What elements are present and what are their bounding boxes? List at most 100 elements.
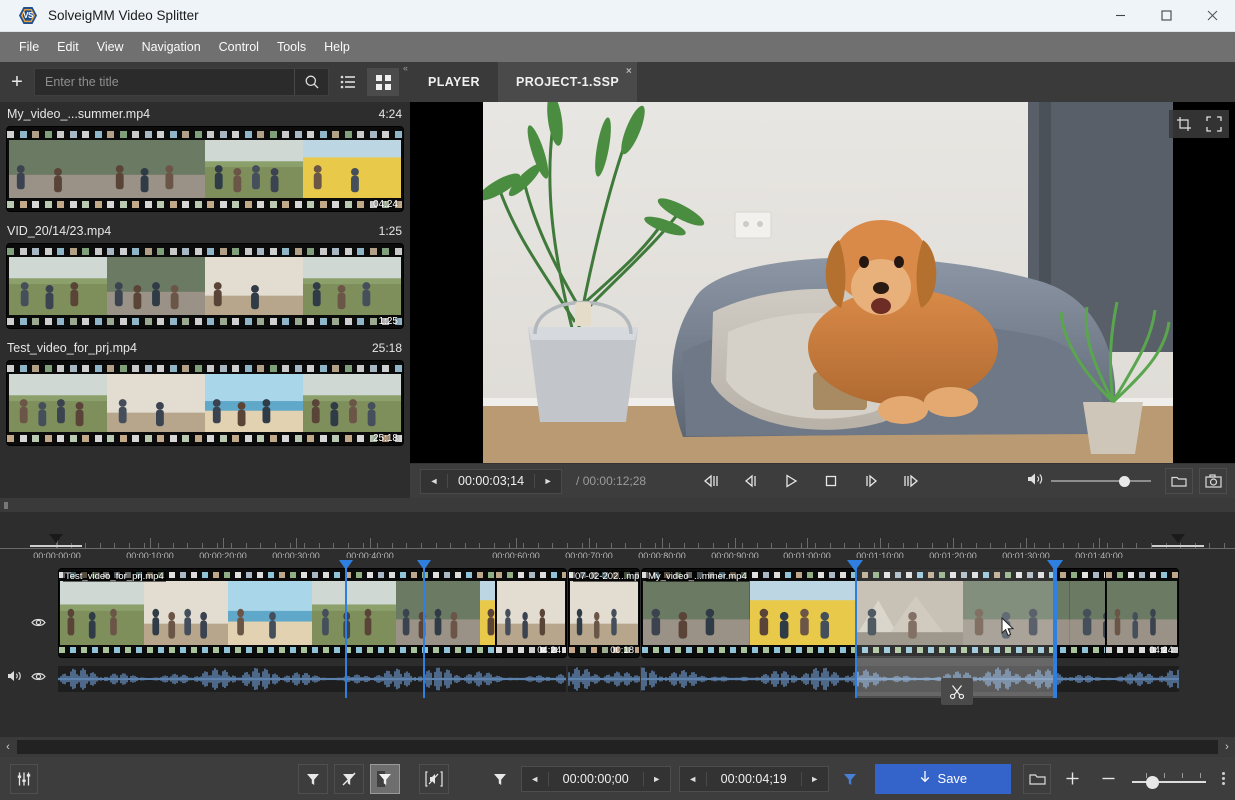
ruler-tick	[516, 538, 517, 548]
ruler-tick-label: 00:01:00;00	[783, 551, 831, 558]
library-item[interactable]: VID_20/14/23.mp41:251:25	[6, 219, 404, 329]
player-preview[interactable]	[410, 102, 1235, 463]
library-item[interactable]: My_video_...summer.mp44:2404:24	[6, 102, 404, 212]
timeline-ruler[interactable]: 00:00:00;0000:00:10;0000:00:20;0000:00:3…	[0, 512, 1235, 558]
fragment-end-stepper[interactable]: ◄ 00:00:04;19 ►	[679, 766, 829, 792]
add-media-button[interactable]: +	[0, 62, 34, 102]
search-icon[interactable]	[294, 69, 328, 95]
fragment-start-value[interactable]: 00:00:00;00	[548, 772, 644, 786]
add-marker-button[interactable]	[298, 764, 328, 794]
menu-item-navigation[interactable]: Navigation	[133, 36, 210, 58]
end-increment-button[interactable]: ►	[802, 767, 828, 790]
zoom-in-button[interactable]	[1057, 764, 1087, 794]
timeline-clip[interactable]: 07-02-202...mp400:18	[568, 568, 640, 658]
menu-item-file[interactable]: File	[10, 36, 48, 58]
timeline-clip[interactable]: 04:24	[1105, 568, 1179, 658]
ruler-minor-tick	[947, 543, 948, 548]
tab-close-icon[interactable]: ×	[626, 66, 632, 77]
end-decrement-button[interactable]: ◄	[680, 767, 706, 790]
collapse-panel-button[interactable]: «	[403, 63, 408, 73]
invert-selection-button[interactable]	[370, 764, 400, 794]
remove-marker-button[interactable]	[334, 764, 364, 794]
audio-clip-row[interactable]	[55, 666, 1235, 696]
audio-track-visibility-icon[interactable]	[31, 669, 46, 687]
audio-clip[interactable]	[58, 666, 566, 692]
timeline-clip[interactable]: My_video_...mmer.mp4	[641, 568, 1179, 658]
menu-item-edit[interactable]: Edit	[48, 36, 88, 58]
selection-end-handle[interactable]	[1047, 560, 1063, 571]
marker-filter-icon[interactable]	[486, 764, 514, 794]
audio-clip[interactable]	[568, 666, 640, 692]
save-button[interactable]: Save	[875, 764, 1012, 794]
zoom-out-button[interactable]	[1093, 764, 1123, 794]
video-track-visibility-icon[interactable]	[31, 615, 46, 633]
scroll-track[interactable]	[17, 740, 1218, 754]
stop-icon[interactable]	[818, 468, 844, 494]
time-step-forward-button[interactable]: ►	[535, 470, 561, 493]
volume-slider[interactable]	[1051, 473, 1151, 489]
cut-marker[interactable]	[1055, 568, 1057, 698]
timeline-hscrollbar[interactable]: ‹ ›	[0, 737, 1235, 757]
media-library-list[interactable]: My_video_...summer.mp44:2404:24VID_20/14…	[0, 102, 410, 495]
close-button[interactable]	[1189, 0, 1235, 32]
library-item[interactable]: Test_video_for_prj.mp425:1825:18	[6, 336, 404, 446]
crop-icon[interactable]	[1169, 110, 1199, 138]
current-time-stepper[interactable]: ◄ 00:00:03;14 ►	[420, 469, 562, 494]
folder-icon[interactable]	[1165, 468, 1193, 494]
scroll-right-button[interactable]: ›	[1219, 737, 1235, 757]
timeline-clip[interactable]: 04:24	[495, 568, 567, 658]
volume-knob[interactable]	[1119, 476, 1130, 487]
start-increment-button[interactable]: ►	[644, 767, 670, 790]
menu-item-view[interactable]: View	[88, 36, 133, 58]
grid-view-icon[interactable]	[367, 68, 399, 96]
fragment-start-stepper[interactable]: ◄ 00:00:00;00 ►	[521, 766, 671, 792]
current-time-value[interactable]: 00:00:03;14	[447, 474, 535, 488]
output-folder-icon[interactable]	[1023, 764, 1051, 794]
cut-marker[interactable]	[345, 568, 347, 698]
timeline-clip[interactable]: Test_video_for_prj.mp4	[58, 568, 566, 658]
start-decrement-button[interactable]: ◄	[522, 767, 548, 790]
fragment-end-value[interactable]: 00:00:04;19	[706, 772, 802, 786]
maximize-button[interactable]	[1143, 0, 1189, 32]
cut-marker-handle[interactable]	[417, 560, 431, 570]
time-step-back-button[interactable]: ◄	[421, 470, 447, 493]
library-filmstrip[interactable]: 04:24	[6, 126, 404, 212]
zoom-slider-knob[interactable]	[1146, 776, 1159, 789]
tab-player[interactable]: PLAYER	[410, 62, 498, 102]
search-input[interactable]	[35, 75, 294, 89]
menu-item-tools[interactable]: Tools	[268, 36, 315, 58]
skip-back-icon[interactable]	[698, 468, 724, 494]
more-vertical-icon[interactable]	[1212, 772, 1235, 785]
ruler-minor-tick	[465, 543, 466, 548]
audio-track-mute-icon[interactable]	[7, 669, 23, 687]
blue-filter-icon[interactable]	[836, 764, 864, 794]
ruler-tick-label: 00:00:70;00	[565, 551, 613, 558]
sliders-icon[interactable]	[10, 764, 38, 794]
timeline-splitter[interactable]	[0, 498, 1235, 512]
step-forward-icon[interactable]	[858, 468, 884, 494]
list-view-icon[interactable]	[332, 68, 364, 96]
playhead-left-marker[interactable]	[49, 534, 63, 543]
fullscreen-icon[interactable]	[1199, 110, 1229, 138]
scroll-left-button[interactable]: ‹	[0, 737, 16, 757]
step-back-icon[interactable]	[738, 468, 764, 494]
ruler-tick-label: 00:01:20;00	[929, 551, 977, 558]
scissors-icon[interactable]	[941, 678, 973, 705]
library-filmstrip[interactable]: 25:18	[6, 360, 404, 446]
cut-marker-handle[interactable]	[339, 560, 353, 570]
volume-icon[interactable]	[1027, 472, 1043, 491]
library-filmstrip[interactable]: 1:25	[6, 243, 404, 329]
menu-item-control[interactable]: Control	[210, 36, 268, 58]
cut-marker[interactable]	[423, 568, 425, 698]
playhead-right-marker[interactable]	[1171, 534, 1185, 543]
minimize-button[interactable]	[1097, 0, 1143, 32]
selection-start-handle[interactable]	[847, 560, 863, 571]
camera-icon[interactable]	[1199, 468, 1227, 494]
timeline-tracks[interactable]: Test_video_for_prj.mp404:2407-02-202...m…	[0, 558, 1235, 735]
zoom-slider[interactable]	[1132, 769, 1206, 789]
menu-item-help[interactable]: Help	[315, 36, 359, 58]
mute-fragment-button[interactable]	[419, 764, 449, 794]
skip-forward-icon[interactable]	[898, 468, 924, 494]
tab-project-1-ssp[interactable]: PROJECT-1.SSP×	[498, 62, 637, 102]
play-icon[interactable]	[778, 468, 804, 494]
